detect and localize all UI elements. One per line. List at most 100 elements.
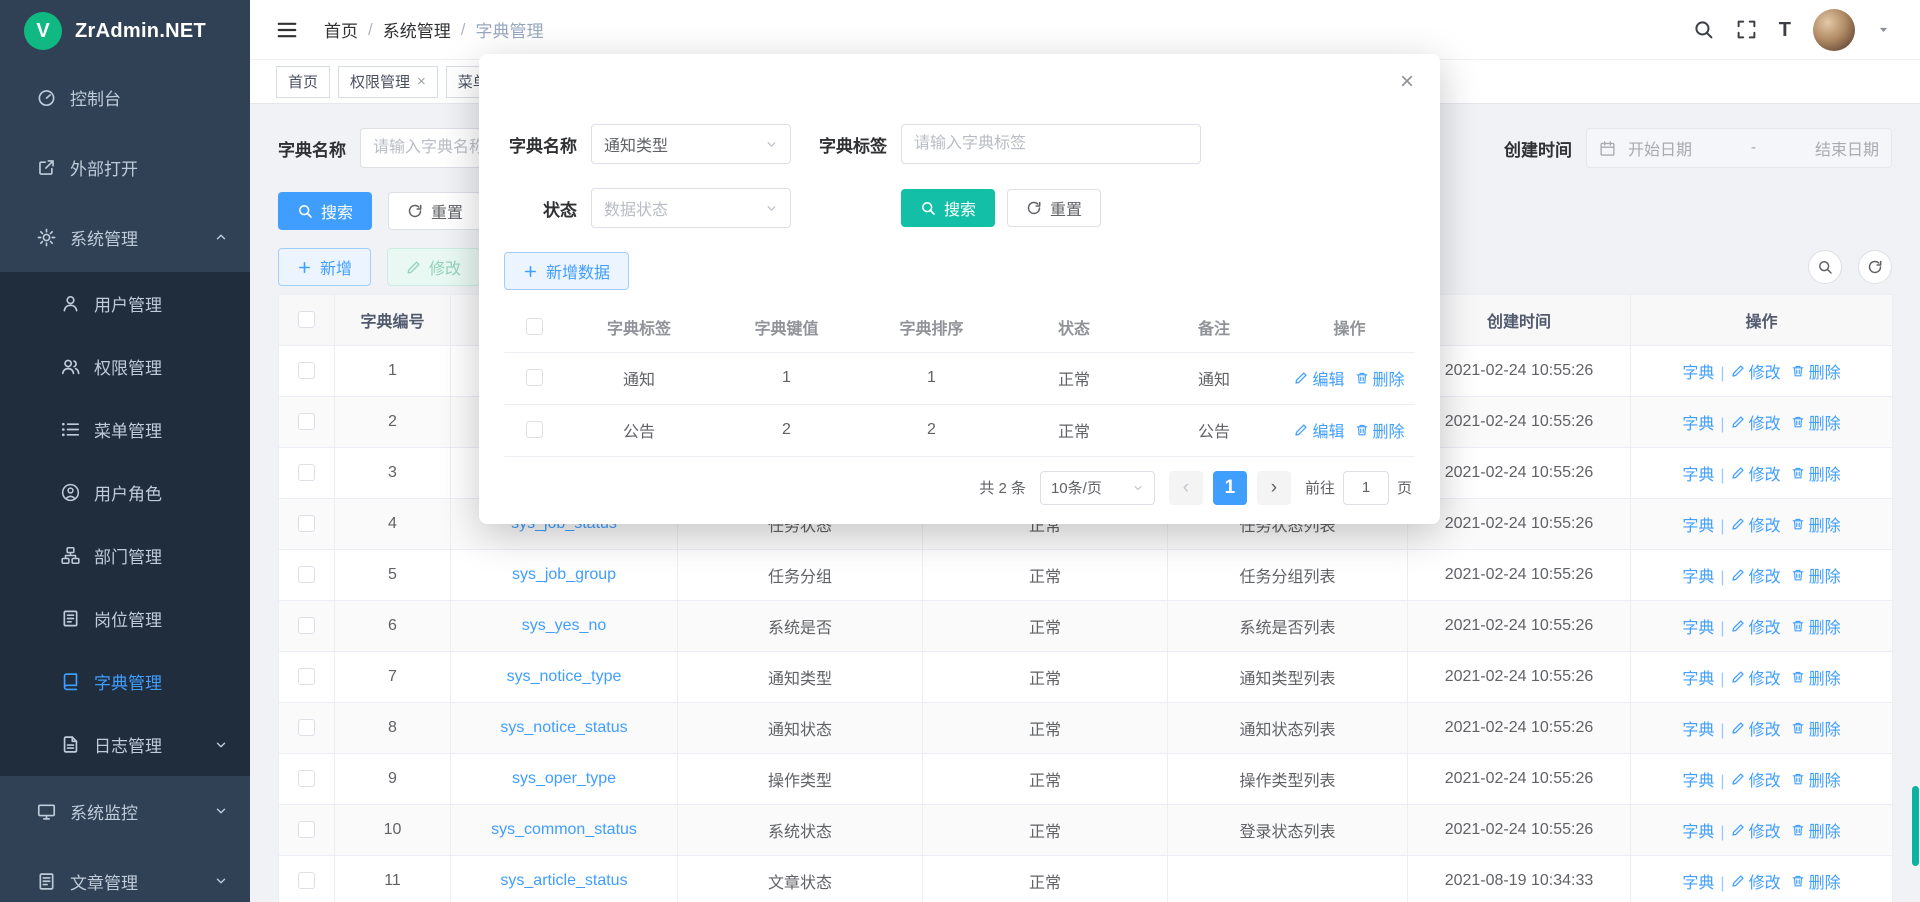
dialog-search-button[interactable]: 搜索 <box>901 189 995 227</box>
breadcrumb-section[interactable]: 系统管理 <box>383 17 451 42</box>
row-checkbox[interactable] <box>298 872 315 889</box>
sidebar-item-articles[interactable]: 文章管理 <box>0 846 250 902</box>
sidebar-item-monitor[interactable]: 系统监控 <box>0 776 250 846</box>
sidebar-item-console[interactable]: 控制台 <box>0 62 250 132</box>
dict-data-link[interactable]: 字典 <box>1682 818 1714 842</box>
goto-page-input[interactable] <box>1343 471 1389 505</box>
select-all-checkbox[interactable] <box>526 318 543 335</box>
delete-link[interactable]: 删除 <box>1791 665 1841 689</box>
font-size-icon[interactable]: T <box>1779 20 1791 40</box>
delete-link[interactable]: 删除 <box>1791 410 1841 434</box>
date-range-picker[interactable]: 开始日期 - 结束日期 <box>1586 128 1892 168</box>
row-checkbox[interactable] <box>298 719 315 736</box>
search-icon[interactable] <box>1693 19 1714 40</box>
sidebar-item-permissions[interactable]: 权限管理 <box>0 335 250 398</box>
dict-type-link[interactable]: sys_notice_type <box>507 668 622 685</box>
row-checkbox[interactable] <box>298 362 315 379</box>
dict-data-link[interactable]: 字典 <box>1682 563 1714 587</box>
edit-link[interactable]: 修改 <box>1731 869 1781 893</box>
dict-data-link[interactable]: 字典 <box>1682 359 1714 383</box>
edit-link[interactable]: 修改 <box>1731 563 1781 587</box>
edit-link[interactable]: 修改 <box>1731 818 1781 842</box>
dict-data-link[interactable]: 字典 <box>1682 716 1714 740</box>
delete-link[interactable]: 删除 <box>1791 716 1841 740</box>
sidebar-item-dictionary[interactable]: 字典管理 <box>0 650 250 713</box>
sidebar-item-menus[interactable]: 菜单管理 <box>0 398 250 461</box>
page-size-select[interactable]: 10条/页 <box>1040 471 1155 505</box>
row-checkbox[interactable] <box>298 515 315 532</box>
row-checkbox[interactable] <box>298 464 315 481</box>
dict-data-link[interactable]: 字典 <box>1682 869 1714 893</box>
dict-data-link[interactable]: 字典 <box>1682 767 1714 791</box>
delete-link[interactable]: 删除 <box>1355 366 1405 390</box>
delete-link[interactable]: 删除 <box>1791 614 1841 638</box>
delete-link[interactable]: 删除 <box>1791 563 1841 587</box>
close-icon[interactable]: × <box>1400 70 1414 94</box>
row-checkbox[interactable] <box>298 668 315 685</box>
tab-permissions[interactable]: 权限管理 × <box>338 66 438 98</box>
delete-link[interactable]: 删除 <box>1791 767 1841 791</box>
edit-link[interactable]: 修改 <box>1731 359 1781 383</box>
search-button[interactable]: 搜索 <box>278 192 372 230</box>
edit-button[interactable]: 修改 <box>387 248 480 286</box>
avatar[interactable] <box>1813 9 1855 51</box>
select-all-checkbox[interactable] <box>298 311 315 328</box>
dict-type-link[interactable]: sys_common_status <box>491 821 637 838</box>
delete-link[interactable]: 删除 <box>1791 869 1841 893</box>
caret-down-icon[interactable] <box>1877 23 1890 36</box>
edit-link[interactable]: 修改 <box>1731 614 1781 638</box>
delete-link[interactable]: 删除 <box>1791 512 1841 536</box>
add-button[interactable]: 新增 <box>278 248 371 286</box>
edit-link[interactable]: 修改 <box>1731 767 1781 791</box>
dict-type-link[interactable]: sys_notice_status <box>500 719 627 736</box>
dict-type-link[interactable]: sys_oper_type <box>512 770 616 787</box>
hamburger-icon[interactable] <box>276 19 298 41</box>
edit-link[interactable]: 修改 <box>1731 512 1781 536</box>
reset-button[interactable]: 重置 <box>388 192 482 230</box>
edit-link[interactable]: 修改 <box>1731 410 1781 434</box>
dict-data-link[interactable]: 字典 <box>1682 410 1714 434</box>
scrollbar-thumb[interactable] <box>1912 786 1919 866</box>
tab-home[interactable]: 首页 <box>276 66 330 98</box>
dict-type-link[interactable]: sys_yes_no <box>522 617 607 634</box>
delete-link[interactable]: 删除 <box>1791 818 1841 842</box>
row-checkbox[interactable] <box>298 566 315 583</box>
edit-link[interactable]: 编辑 <box>1294 418 1344 442</box>
breadcrumb-home[interactable]: 首页 <box>324 17 358 42</box>
dict-type-link[interactable]: sys_job_group <box>512 566 616 583</box>
dialog-reset-button[interactable]: 重置 <box>1007 189 1101 227</box>
sidebar-item-users[interactable]: 用户管理 <box>0 272 250 335</box>
dict-data-link[interactable]: 字典 <box>1682 665 1714 689</box>
table-search-toggle-button[interactable] <box>1808 250 1842 284</box>
row-checkbox[interactable] <box>298 413 315 430</box>
sidebar-item-external[interactable]: 外部打开 <box>0 132 250 202</box>
edit-link[interactable]: 修改 <box>1731 665 1781 689</box>
prev-page-button[interactable]: ‹ <box>1169 471 1203 505</box>
row-checkbox[interactable] <box>298 770 315 787</box>
table-refresh-button[interactable] <box>1858 250 1892 284</box>
delete-link[interactable]: 删除 <box>1355 418 1405 442</box>
edit-link[interactable]: 编辑 <box>1294 366 1344 390</box>
close-icon[interactable]: × <box>417 74 426 89</box>
edit-link[interactable]: 修改 <box>1731 461 1781 485</box>
row-checkbox[interactable] <box>526 369 543 386</box>
row-checkbox[interactable] <box>298 821 315 838</box>
status-select[interactable]: 数据状态 <box>591 188 791 228</box>
sidebar-item-roles[interactable]: 用户角色 <box>0 461 250 524</box>
add-data-button[interactable]: 新增数据 <box>504 252 629 290</box>
delete-link[interactable]: 删除 <box>1791 359 1841 383</box>
dict-tag-input[interactable] <box>901 124 1201 164</box>
delete-link[interactable]: 删除 <box>1791 461 1841 485</box>
sidebar-item-posts[interactable]: 岗位管理 <box>0 587 250 650</box>
sidebar-item-system[interactable]: 系统管理 <box>0 202 250 272</box>
dict-data-link[interactable]: 字典 <box>1682 461 1714 485</box>
page-number-1[interactable]: 1 <box>1213 471 1247 505</box>
dict-type-link[interactable]: sys_article_status <box>500 872 627 889</box>
edit-link[interactable]: 修改 <box>1731 716 1781 740</box>
row-checkbox[interactable] <box>526 421 543 438</box>
sidebar-item-departments[interactable]: 部门管理 <box>0 524 250 587</box>
dict-data-link[interactable]: 字典 <box>1682 512 1714 536</box>
next-page-button[interactable]: › <box>1257 471 1291 505</box>
sidebar-item-logs[interactable]: 日志管理 <box>0 713 250 776</box>
fullscreen-icon[interactable] <box>1736 19 1757 40</box>
